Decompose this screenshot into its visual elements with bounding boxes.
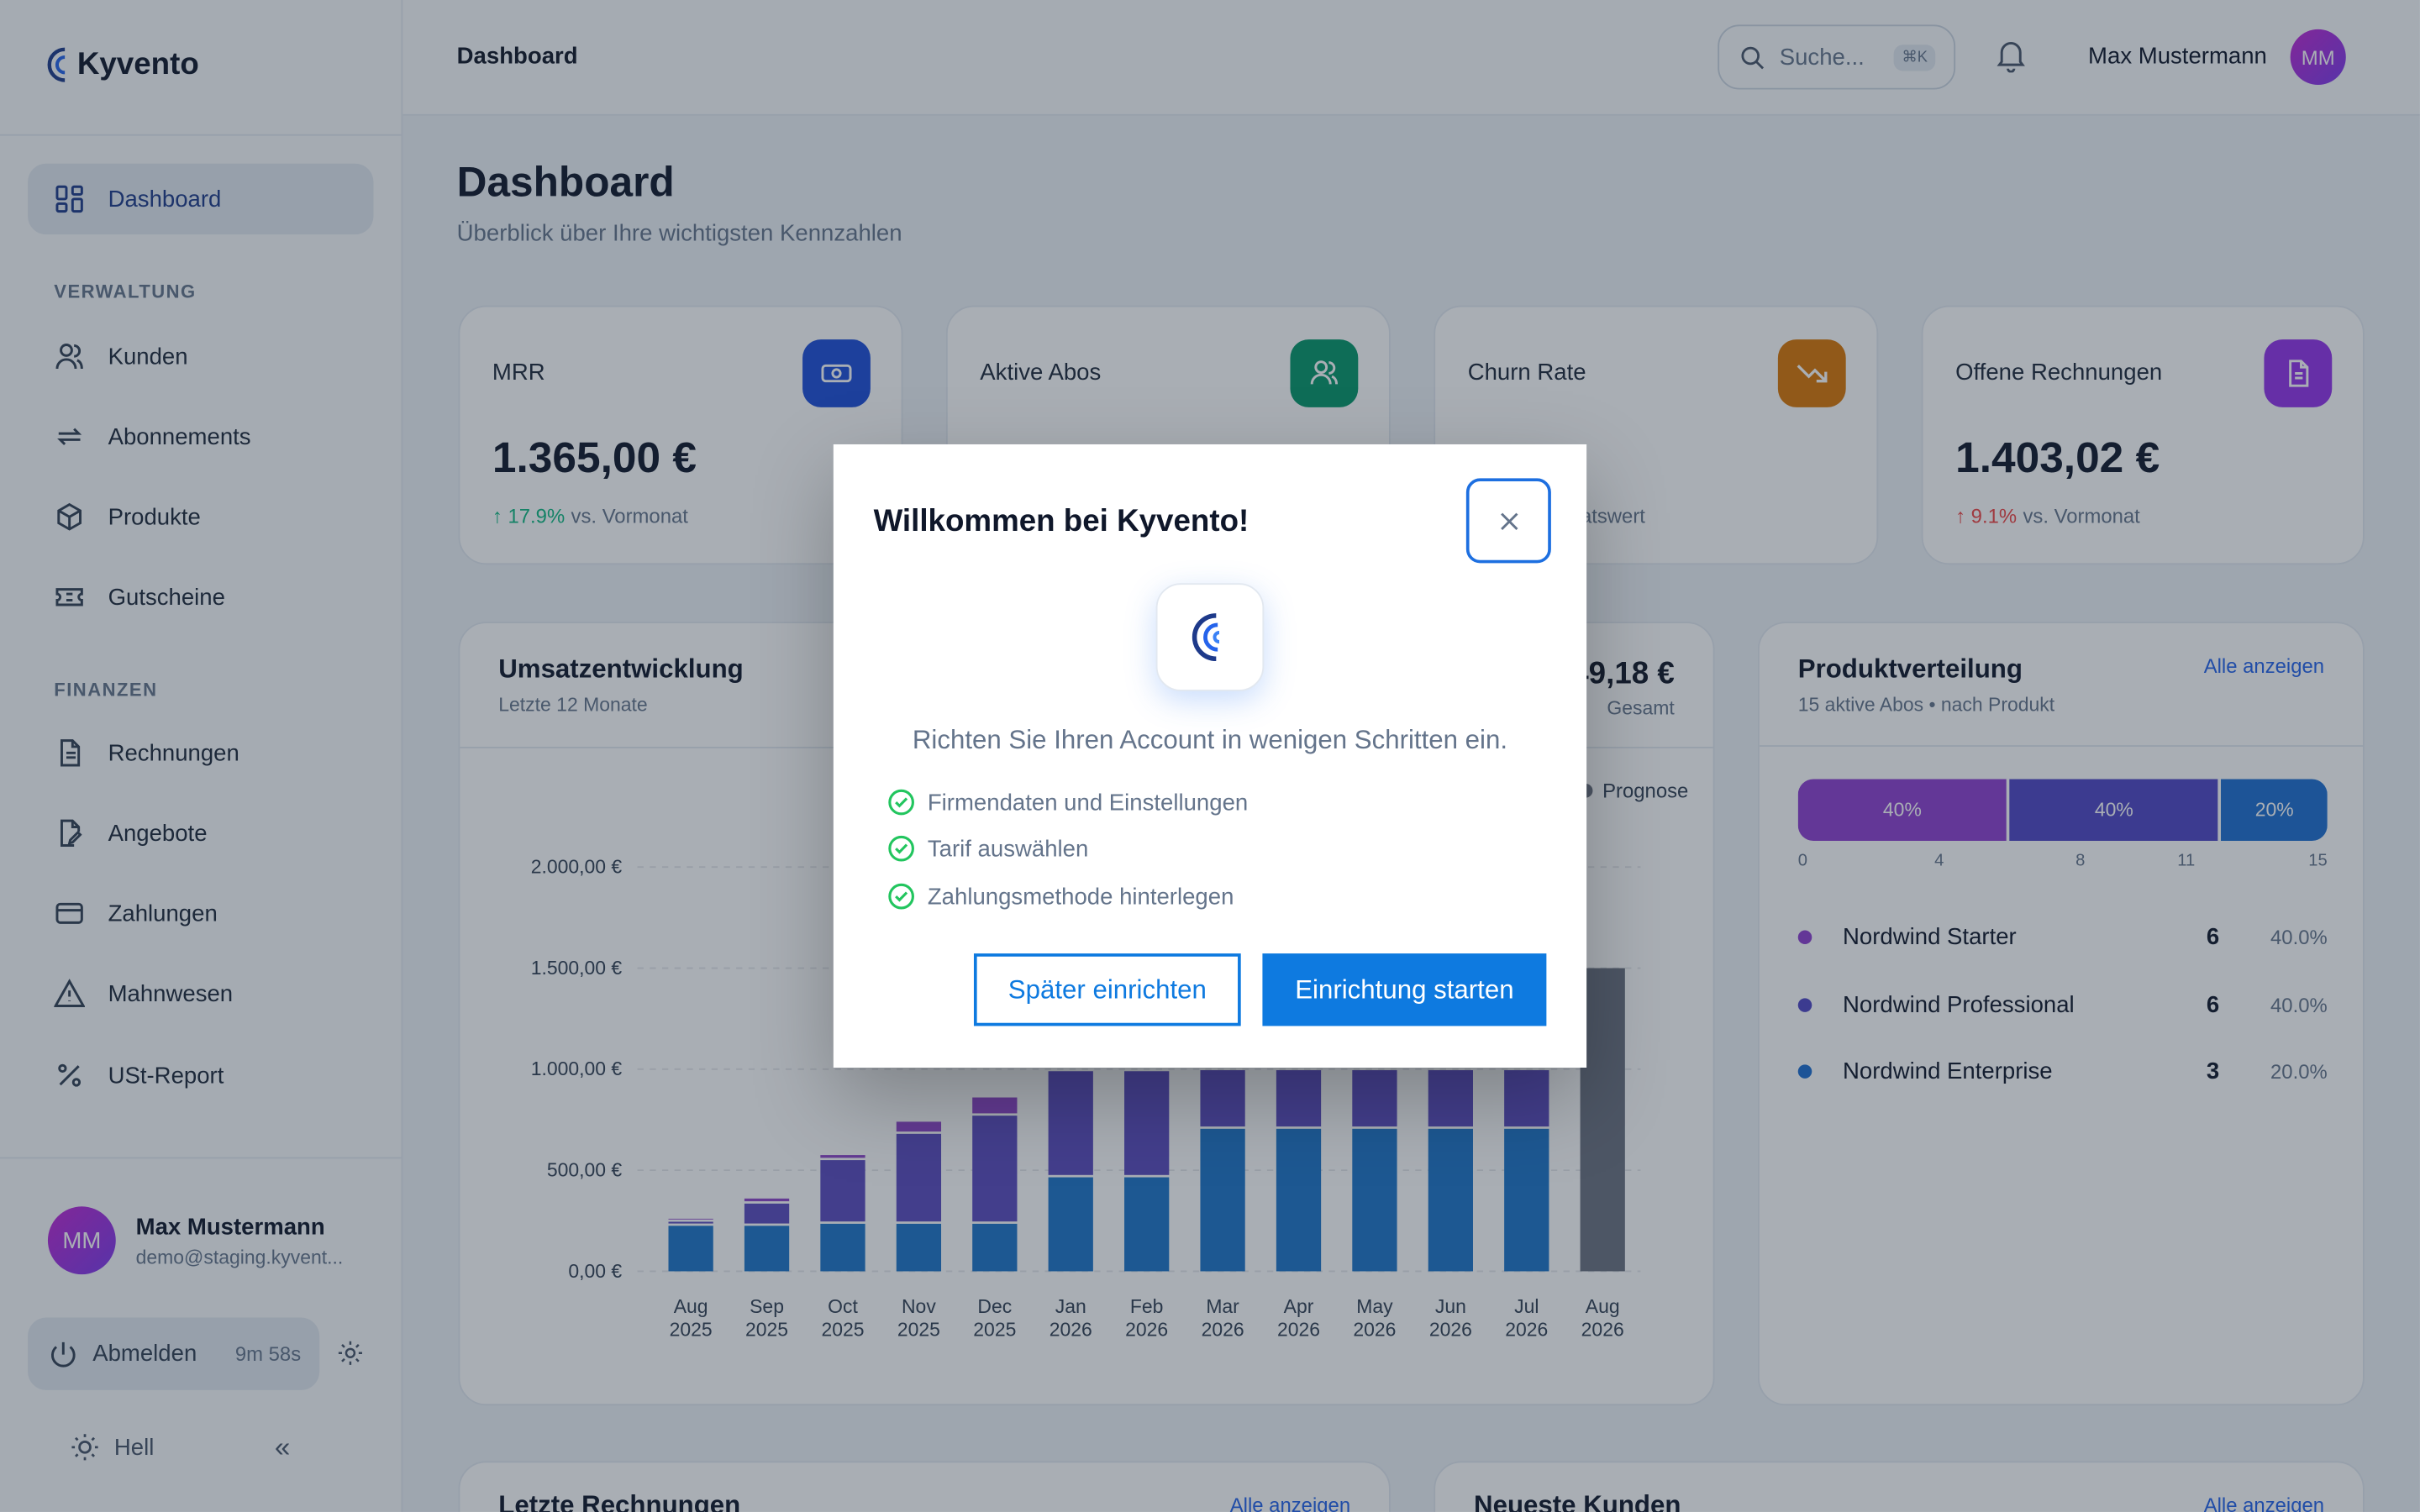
welcome-modal: Willkommen bei Kyvento! Richten Sie Ihre… <box>833 444 1587 1068</box>
modal-subtitle: Richten Sie Ihren Account in wenigen Sch… <box>912 725 1508 755</box>
setup-step: Firmendaten und Einstellungen <box>887 789 1248 816</box>
setup-step-label: Firmendaten und Einstellungen <box>927 789 1249 816</box>
start-setup-button[interactable]: Einrichtung starten <box>1262 953 1547 1026</box>
kyvento-logo-icon <box>1155 583 1265 691</box>
setup-step-label: Tarif auswählen <box>927 835 1089 862</box>
setup-step: Tarif auswählen <box>887 835 1088 863</box>
setup-step-label: Zahlungsmethode hinterlegen <box>927 883 1234 910</box>
later-button[interactable]: Später einrichten <box>973 953 1241 1026</box>
close-icon <box>1500 512 1518 530</box>
check-circle-icon <box>888 835 914 862</box>
setup-step: Zahlungsmethode hinterlegen <box>887 883 1234 911</box>
modal-title: Willkommen bei Kyvento! <box>873 504 1249 539</box>
close-button[interactable] <box>1465 478 1551 564</box>
check-circle-icon <box>888 789 914 816</box>
check-circle-icon <box>888 883 914 910</box>
